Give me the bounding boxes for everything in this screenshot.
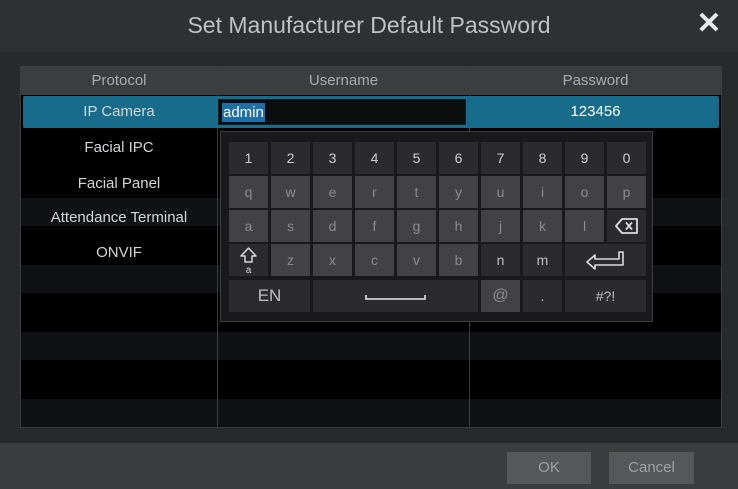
key-n[interactable]: n [481, 244, 520, 276]
key-g[interactable]: g [397, 210, 436, 242]
key-2[interactable]: 2 [271, 142, 310, 174]
symbols-toggle-key[interactable]: #?! [565, 280, 646, 312]
dialog-footer: OK Cancel [0, 443, 738, 489]
shift-icon[interactable]: a [229, 244, 268, 276]
key-q[interactable]: q [229, 176, 268, 208]
protocol-item-attendance-terminal[interactable]: Attendance Terminal [21, 206, 217, 230]
protocol-item-facial-ipc[interactable]: Facial IPC [21, 136, 217, 160]
username-input[interactable]: admin [218, 99, 466, 125]
key-7[interactable]: 7 [481, 142, 520, 174]
key-c[interactable]: c [355, 244, 394, 276]
table-row-stripe [21, 399, 721, 427]
key-s[interactable]: s [271, 210, 310, 242]
dialog-title: Set Manufacturer Default Password [187, 12, 551, 38]
column-header-username: Username [218, 67, 469, 95]
close-icon[interactable]: ✕ [694, 9, 724, 39]
protocol-item-ip-camera[interactable]: IP Camera [21, 100, 217, 124]
key-r[interactable]: r [355, 176, 394, 208]
key-w[interactable]: w [271, 176, 310, 208]
key-3[interactable]: 3 [313, 142, 352, 174]
space-icon[interactable] [313, 280, 478, 312]
key-l[interactable]: l [565, 210, 604, 242]
key-v[interactable]: v [397, 244, 436, 276]
key-at[interactable]: @ [481, 280, 520, 312]
key-y[interactable]: y [439, 176, 478, 208]
key-z[interactable]: z [271, 244, 310, 276]
key-d[interactable]: d [313, 210, 352, 242]
set-default-password-dialog: Set Manufacturer Default Password ✕ Prot… [0, 0, 738, 489]
key-b[interactable]: b [439, 244, 478, 276]
key-j[interactable]: j [481, 210, 520, 242]
key-u[interactable]: u [481, 176, 520, 208]
key-a[interactable]: a [229, 210, 268, 242]
password-value[interactable]: 123456 [470, 96, 721, 128]
key-i[interactable]: i [523, 176, 562, 208]
key-8[interactable]: 8 [523, 142, 562, 174]
key-0[interactable]: 0 [607, 142, 646, 174]
key-4[interactable]: 4 [355, 142, 394, 174]
key-1[interactable]: 1 [229, 142, 268, 174]
key-x[interactable]: x [313, 244, 352, 276]
ok-button[interactable]: OK [507, 452, 591, 484]
key-k[interactable]: k [523, 210, 562, 242]
column-header-password: Password [470, 67, 721, 95]
key-m[interactable]: m [523, 244, 562, 276]
key-h[interactable]: h [439, 210, 478, 242]
protocol-item-facial-panel[interactable]: Facial Panel [21, 172, 217, 196]
key-p[interactable]: p [607, 176, 646, 208]
key-e[interactable]: e [313, 176, 352, 208]
table-row-stripe [21, 332, 721, 360]
key-5[interactable]: 5 [397, 142, 436, 174]
key-o[interactable]: o [565, 176, 604, 208]
column-header-protocol: Protocol [21, 67, 217, 95]
enter-icon[interactable] [565, 244, 646, 276]
backspace-icon[interactable] [607, 210, 646, 242]
key-f[interactable]: f [355, 210, 394, 242]
cancel-button[interactable]: Cancel [609, 452, 694, 484]
language-toggle-key[interactable]: EN [229, 280, 310, 312]
on-screen-keyboard: 1 2 3 4 5 6 7 8 9 0 q w e r t y u i o p … [220, 131, 653, 322]
key-dot[interactable]: . [523, 280, 562, 312]
key-t[interactable]: t [397, 176, 436, 208]
key-6[interactable]: 6 [439, 142, 478, 174]
title-bar: Set Manufacturer Default Password ✕ [0, 0, 738, 52]
key-9[interactable]: 9 [565, 142, 604, 174]
protocol-item-onvif[interactable]: ONVIF [21, 241, 217, 265]
svg-text:a: a [246, 265, 252, 276]
username-value: admin [222, 103, 265, 122]
